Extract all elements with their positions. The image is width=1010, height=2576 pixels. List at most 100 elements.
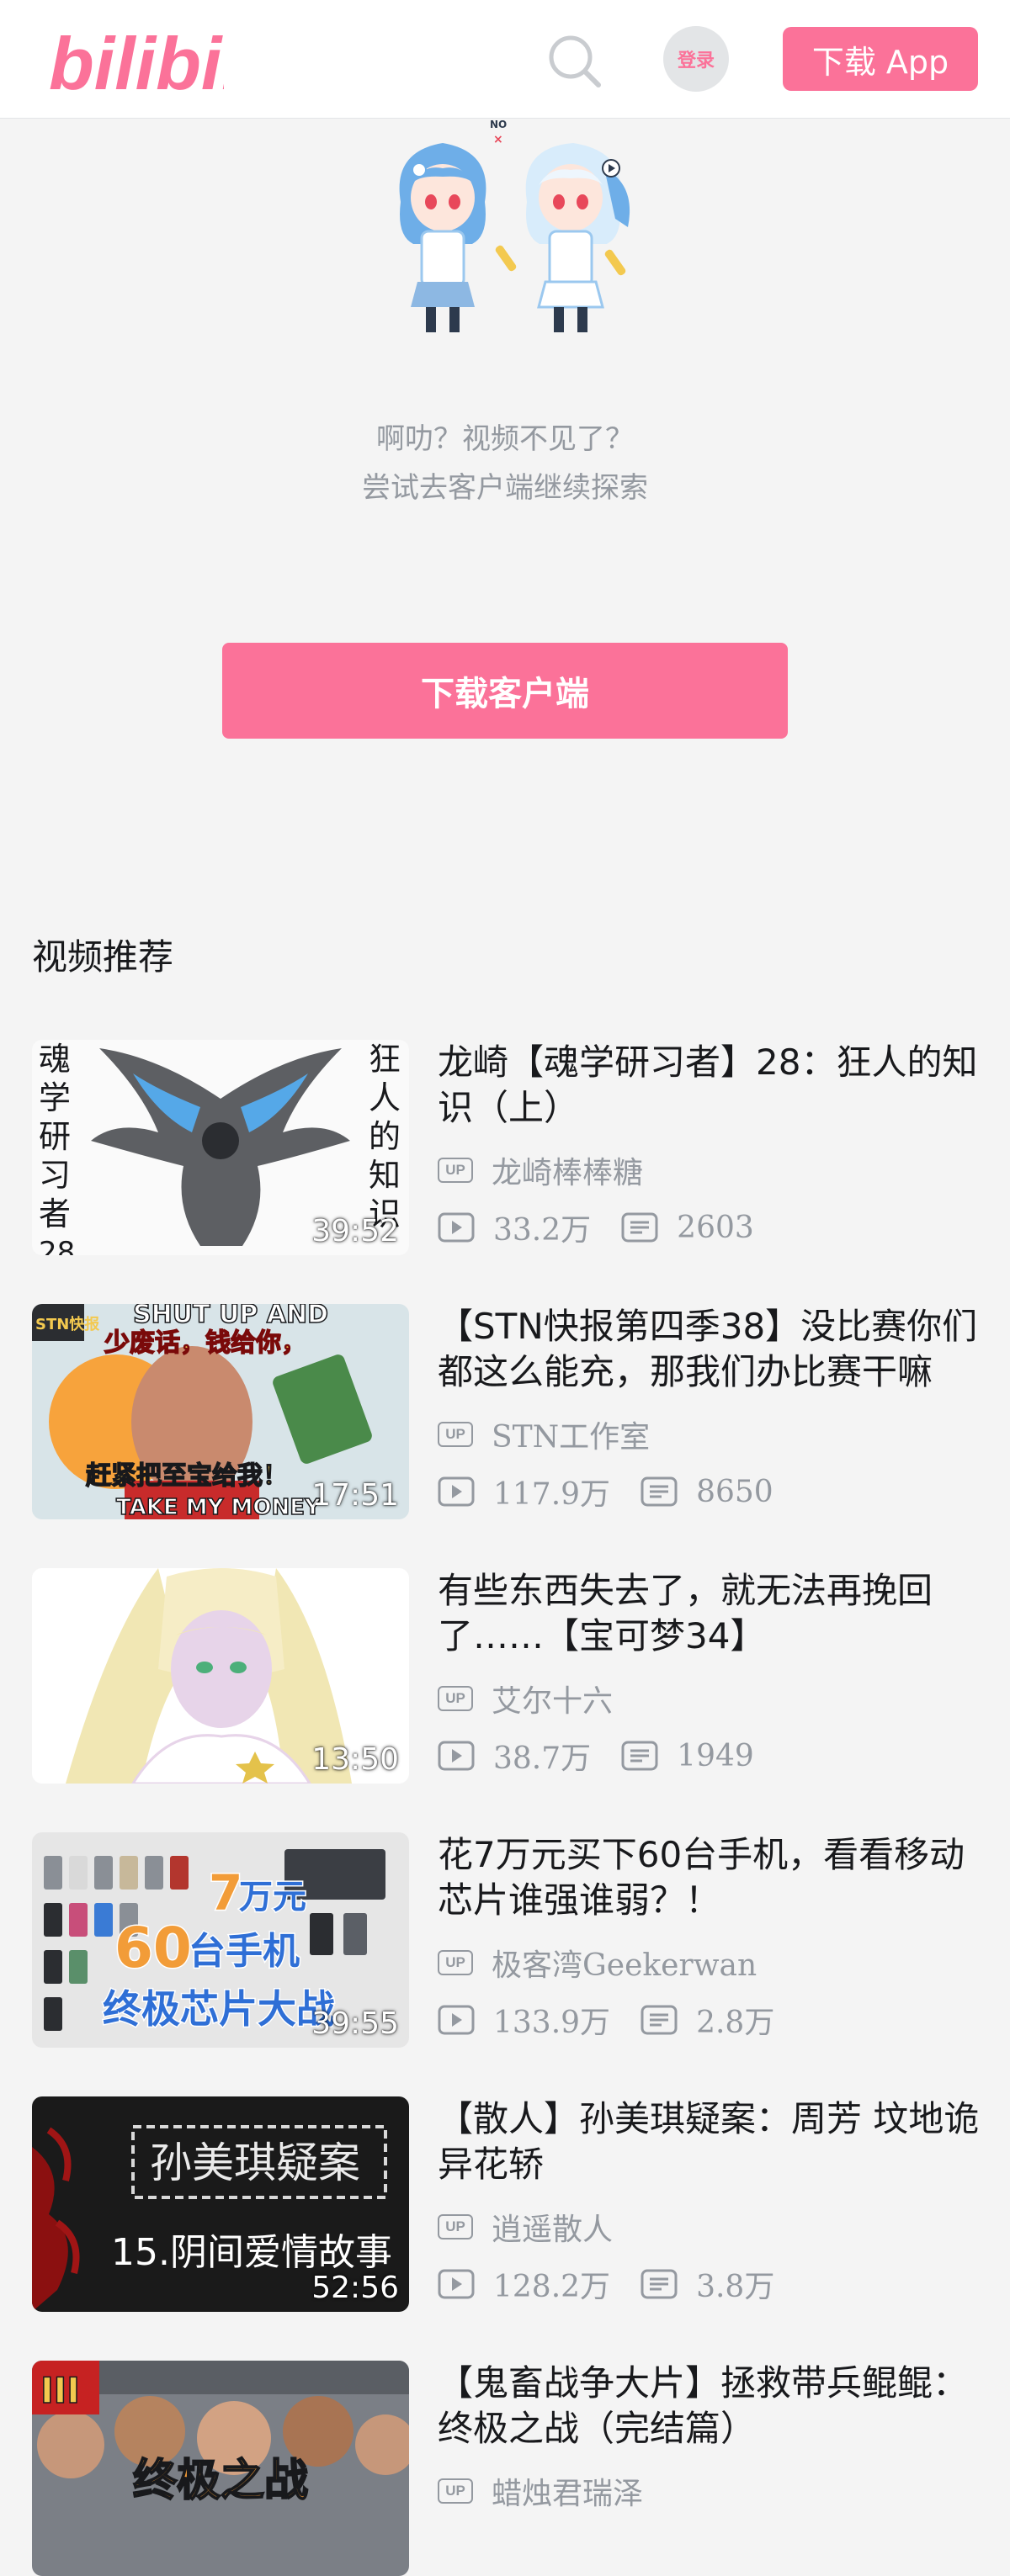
video-thumbnail[interactable]: 7 万元 60 台手机 终极芯片大战 39:55: [32, 1832, 409, 2048]
video-stats: 33.2万 2603: [438, 1206, 754, 1248]
play-count-icon: [438, 2005, 475, 2035]
video-uploader[interactable]: UP 逍遥散人: [438, 2206, 613, 2248]
video-thumbnail[interactable]: 魂学研习者 28 狂人的知识 39:52: [32, 1040, 409, 1255]
video-stats: 133.9万 2.8万: [438, 1999, 774, 2041]
danmaku-count: 2.8万: [696, 2006, 775, 2040]
danmaku-count: 8650: [696, 1474, 773, 1509]
error-message-line2: 尝试去客户端继续探索: [362, 471, 648, 505]
up-icon: UP: [438, 1158, 473, 1183]
recommend-section-title: 视频推荐: [32, 936, 174, 978]
uploader-name: 蜡烛君瑞泽: [492, 2477, 644, 2511]
svg-text:终极芯片大战: 终极芯片大战: [103, 1986, 335, 2032]
download-client-label: 下载客户端: [421, 675, 589, 713]
video-uploader[interactable]: UP 极客湾Geekerwan: [438, 1942, 757, 1984]
up-icon: UP: [438, 1422, 473, 1447]
login-label: 登录: [677, 50, 715, 72]
svg-text:万元: 万元: [239, 1878, 306, 1916]
view-count: 128.2万: [493, 2270, 611, 2304]
video-stats: 128.2万 3.8万: [438, 2263, 774, 2305]
mascot-no-badge: NO: [490, 119, 507, 130]
download-client-button[interactable]: 下载客户端: [222, 643, 788, 739]
mascot-cross-mark: ×: [493, 133, 503, 146]
danmaku-count: 1949: [677, 1738, 754, 1773]
search-button[interactable]: [544, 30, 604, 91]
play-count-icon: [438, 1476, 475, 1507]
video-title[interactable]: 【STN快报第四季38】没比赛你们都这么能充，那我们办比赛干嘛: [438, 1304, 983, 1395]
bilibili-logo[interactable]: bilibili: [47, 17, 264, 105]
video-uploader[interactable]: UP 艾尔十六: [438, 1678, 613, 1720]
mascot-33: [495, 143, 630, 332]
uploader-name: 艾尔十六: [492, 1684, 614, 1719]
recommend-video-card[interactable]: 7 万元 60 台手机 终极芯片大战 39:55 花7万元买下60台手机，看看移…: [32, 1832, 983, 2048]
svg-text:SHUT UP AND: SHUT UP AND: [133, 1304, 328, 1329]
svg-text:赶紧把至宝给我！: 赶紧把至宝给我！: [86, 1461, 288, 1491]
play-count-icon: [438, 2269, 475, 2299]
video-duration: 13:50: [311, 1742, 399, 1777]
up-icon: UP: [438, 1686, 473, 1711]
recommend-video-card[interactable]: III 终极之战 【鬼畜战争大片】拯救带兵鲲鲲：终极之战（完结篇） UP 蜡烛君…: [32, 2361, 983, 2576]
svg-text:15.阴间爱情故事: 15.阴间爱情故事: [111, 2231, 392, 2274]
logo-text: bilibili: [49, 22, 224, 101]
recommend-video-card[interactable]: 孙美琪疑案 15.阴间爱情故事 52:56 【散人】孙美琪疑案：周芳 坟地诡异花…: [32, 2096, 983, 2312]
up-icon: UP: [438, 2478, 473, 2504]
svg-text:STN快报: STN快报: [35, 1315, 99, 1333]
svg-text:少废话，钱给你，: 少废话，钱给你，: [104, 1328, 306, 1358]
svg-text:TAKE MY MONEY: TAKE MY MONEY: [116, 1495, 322, 1519]
download-app-button[interactable]: 下载 App: [783, 27, 978, 91]
search-icon: [549, 35, 601, 87]
play-count-icon: [438, 1741, 475, 1771]
mascot-illustration: NO ×: [384, 118, 636, 337]
view-count: 38.7万: [493, 1741, 592, 1776]
view-count: 117.9万: [493, 1477, 611, 1512]
svg-text:III: III: [40, 2370, 80, 2411]
error-message-line1: 啊叻？视频不见了？: [376, 422, 634, 456]
video-title[interactable]: 花7万元买下60台手机，看看移动芯片谁强谁弱？！: [438, 1832, 983, 1923]
download-app-label: 下载 App: [811, 43, 949, 81]
svg-text:7: 7: [209, 1864, 242, 1921]
video-stats: 38.7万 1949: [438, 1735, 754, 1777]
danmaku-icon: [621, 1741, 658, 1771]
top-header: bilibili 登录 下载 App: [0, 0, 1010, 119]
danmaku-count: 3.8万: [696, 2270, 775, 2304]
svg-text:孙美琪疑案: 孙美琪疑案: [150, 2139, 360, 2187]
video-duration: 39:55: [311, 2006, 399, 2041]
svg-text:台手机: 台手机: [189, 1930, 300, 1973]
svg-text:魂学研习者28: 魂学研习者 28: [39, 1041, 75, 1255]
video-thumbnail[interactable]: 孙美琪疑案 15.阴间爱情故事 52:56: [32, 2096, 409, 2312]
video-uploader[interactable]: UP 龙崎棒棒糖: [438, 1149, 643, 1191]
login-avatar-button[interactable]: 登录: [663, 26, 729, 92]
video-thumbnail[interactable]: 13:50: [32, 1568, 409, 1784]
uploader-name: 逍遥散人: [492, 2213, 614, 2247]
up-icon: UP: [438, 2214, 473, 2239]
recommend-video-card[interactable]: 魂学研习者 28 狂人的知识 39:52 龙崎【魂学研习者】28：狂人的知识（上）…: [32, 1040, 983, 1255]
video-title[interactable]: 【鬼畜战争大片】拯救带兵鲲鲲：终极之战（完结篇）: [438, 2361, 983, 2451]
video-uploader[interactable]: UP 蜡烛君瑞泽: [438, 2470, 643, 2512]
video-title[interactable]: 【散人】孙美琪疑案：周芳 坟地诡异花轿: [438, 2096, 983, 2187]
video-title[interactable]: 有些东西失去了，就无法再挽回了……【宝可梦34】: [438, 1568, 983, 1659]
uploader-name: 龙崎棒棒糖: [492, 1156, 644, 1190]
mascot-22: [399, 143, 486, 332]
video-title[interactable]: 龙崎【魂学研习者】28：狂人的知识（上）: [438, 1040, 983, 1131]
video-thumbnail[interactable]: STN快报 SHUT UP AND 少废话，钱给你， 赶紧把至宝给我！ TAKE…: [32, 1304, 409, 1519]
danmaku-icon: [641, 2269, 678, 2299]
video-duration: 39:52: [311, 1214, 399, 1248]
view-count: 133.9万: [493, 2006, 611, 2040]
view-count: 33.2万: [493, 1213, 592, 1248]
danmaku-icon: [621, 1212, 658, 1243]
svg-text:60: 60: [114, 1916, 192, 1980]
danmaku-icon: [641, 2005, 678, 2035]
uploader-name: STN工作室: [492, 1420, 651, 1455]
danmaku-icon: [641, 1476, 678, 1507]
uploader-name: 极客湾Geekerwan: [492, 1948, 758, 1983]
video-duration: 17:51: [311, 1478, 399, 1513]
video-duration: 52:56: [311, 2271, 399, 2305]
up-icon: UP: [438, 1950, 473, 1975]
video-stats: 117.9万 8650: [438, 1471, 773, 1513]
recommend-video-card[interactable]: 13:50 有些东西失去了，就无法再挽回了……【宝可梦34】 UP 艾尔十六 3…: [32, 1568, 983, 1784]
recommend-video-card[interactable]: STN快报 SHUT UP AND 少废话，钱给你， 赶紧把至宝给我！ TAKE…: [32, 1304, 983, 1519]
svg-text:终极之战: 终极之战: [133, 2456, 308, 2506]
danmaku-count: 2603: [677, 1210, 754, 1245]
video-thumbnail[interactable]: III 终极之战: [32, 2361, 409, 2576]
video-uploader[interactable]: UP STN工作室: [438, 1413, 650, 1455]
play-count-icon: [438, 1212, 475, 1243]
